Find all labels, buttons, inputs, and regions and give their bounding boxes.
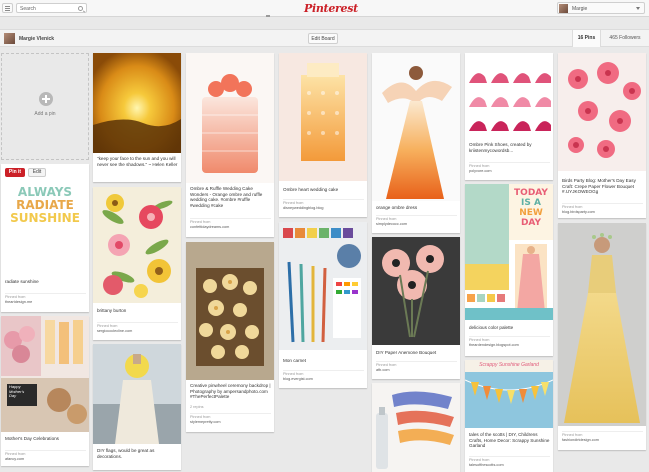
pin-description: Birds Party Blog: Mother's Day Easy Craf… (562, 178, 636, 195)
pin-description: delicious color palette (469, 325, 514, 330)
art-word-is-a: IS A (521, 198, 541, 208)
pin-ombre-heart-cake[interactable]: Ombre heart wedding cake Pinned from disn… (279, 53, 367, 217)
pin-crepe-flower[interactable]: Birds Party Blog: Mother's Day Easy Craf… (558, 53, 646, 218)
user-name: Margie (572, 6, 588, 12)
pin-source[interactable]: Pinned from disneyweddingblog.blog (283, 199, 364, 211)
pin-radiate-sunshine[interactable]: Pin it Edit ALWAYS RADIATE SUNSHINE radi… (1, 164, 89, 312)
pin-description: tales of the scotts | DIY, Childrens Cra… (469, 432, 550, 449)
avatar (559, 4, 568, 13)
pin-orange-ombre-dress[interactable]: orange ombre dress Pinned from simplydeco… (372, 53, 460, 233)
pin-source[interactable]: Pinned from sergiococlecline.com (97, 322, 178, 334)
pin-image (372, 53, 460, 201)
pin-source[interactable]: Pinned from theardendesign.blogspot.com (469, 336, 550, 348)
edit-pin-button[interactable]: Edit (28, 168, 46, 177)
pin-diy-flags[interactable]: DIY flags, would be great as decorations… (93, 344, 181, 470)
pin-source[interactable]: Pinned from blog.evergist.com (283, 370, 364, 382)
pin-description: orange ombre dress (376, 205, 418, 210)
pin-ombre-ruffle-cake[interactable]: Ombre & Ruffle Wedding Cake Wonders - Or… (186, 53, 274, 237)
pin-image (279, 222, 367, 350)
search-input[interactable]: Search (16, 3, 87, 13)
add-pin-label: Add a pin (34, 111, 56, 117)
pin-description: DIY flags, would be great as decorations… (97, 448, 155, 459)
pin-pinwheel-backdrop[interactable]: Creative pinwheel ceremony backdrop | Ph… (186, 242, 274, 432)
pin-image (186, 242, 274, 380)
art-word-day: DAY (520, 218, 542, 228)
board-header: Margie Vlenick Edit Board 16 Pins 465 Fo… (0, 29, 649, 47)
pin-image (279, 53, 367, 181)
pin-brittany-burton[interactable]: brittany burton Pinned from sergiococlecl… (93, 187, 181, 340)
add-pin-tile[interactable]: Add a pin (1, 53, 89, 160)
pin-image (93, 53, 181, 153)
pin-yellow-gown[interactable]: Pinned from fashiondirtdesign.com (558, 223, 646, 450)
pin-image (1, 316, 89, 432)
menu-icon[interactable] (2, 3, 13, 13)
pin-source[interactable]: Pinned from talesofthescotts.com (469, 456, 550, 468)
pin-description: DIY Paper Anemone Bouquet (376, 350, 437, 355)
pin-description: "keep your face to the sun and you will … (97, 156, 178, 167)
followers-count-tab[interactable]: 465 Followers (600, 30, 649, 47)
pinterest-logo[interactable]: Pinterest (304, 2, 358, 15)
pin-source[interactable]: Pinned from blog.birdsparty.com (562, 203, 643, 215)
pin-image (558, 223, 646, 426)
pin-description: Creative pinwheel ceremony backdrop | Ph… (190, 383, 271, 400)
pin-source[interactable]: Pinned from theartdesign.me (5, 293, 86, 305)
pin-delicious-palette[interactable]: TODAY IS A NEW DAY delicious color palet… (465, 184, 553, 356)
pin-image (372, 237, 460, 345)
notification-indicator (266, 15, 270, 17)
edit-board-button[interactable]: Edit Board (308, 33, 338, 44)
user-menu-button[interactable]: Margie (557, 2, 645, 14)
art-word-today: TODAY (514, 188, 548, 198)
search-icon[interactable] (78, 6, 83, 11)
pin-description: radiate sunshine (5, 279, 39, 284)
pin-source[interactable]: Pinned from polyvore.com (469, 162, 550, 174)
pin-scrappy-garland[interactable]: Scrappy Sunshine Garland tales of the sc… (465, 360, 553, 472)
pin-description: Ombre Pink Shoes, created by kriistenmyc… (469, 142, 532, 153)
pin-it-button[interactable]: Pin it (5, 168, 25, 177)
pin-source[interactable]: Pinned from fashiondirtdesign.com (562, 431, 643, 443)
pin-image (186, 53, 274, 183)
pin-image (93, 187, 181, 303)
chevron-down-icon (636, 7, 640, 10)
pin-ombre-pink-shoes[interactable]: Ombre Pink Shoes, created by kriistenmyc… (465, 53, 553, 180)
pin-mothers-day[interactable]: Happy Mother's Day Mother's Day Celebrat… (1, 316, 89, 466)
pin-paper-anemone[interactable]: DIY Paper Anemone Bouquet Pinned from afb… (372, 237, 460, 379)
art-word-new: NEW (519, 208, 543, 218)
art-word-garland: Scrappy Sunshine Garland (479, 362, 539, 368)
owner-avatar[interactable] (4, 33, 15, 44)
pin-image (465, 360, 553, 428)
top-bar: Search Pinterest Margie (0, 0, 649, 17)
pin-description: brittany burton (97, 308, 127, 313)
pin-image (465, 53, 553, 136)
pin-description: Ombre heart wedding cake (283, 187, 339, 192)
art-word-day: Day (9, 393, 17, 399)
pin-source[interactable]: Pinned from stylemepretty.com (190, 413, 271, 425)
pin-image (558, 53, 646, 171)
pin-image (372, 383, 460, 472)
pin-description: Mon carnet (283, 358, 306, 363)
art-word-sunshine: SUNSHINE (10, 211, 80, 225)
pins-count-tab[interactable]: 16 Pins (572, 30, 600, 47)
pin-description: Ombre & Ruffle Wedding Cake Wonders - Or… (190, 186, 263, 208)
pin-mon-carnet[interactable]: Mon carnet Pinned from blog.evergist.com (279, 222, 367, 388)
pin-source[interactable]: Pinned from confettidaydreams.com (190, 218, 271, 230)
search-placeholder: Search (20, 6, 36, 12)
repins-count: 2 repins (190, 405, 204, 409)
pin-source[interactable]: Pinned from simplydecocc.com (376, 215, 457, 227)
pin-watercolor-bottles[interactable] (372, 383, 460, 472)
pin-sunshine-quote[interactable]: "keep your face to the sun and you will … (93, 53, 181, 182)
plus-icon (39, 92, 53, 106)
pin-image (93, 344, 181, 444)
board-owner-name[interactable]: Margie Vlenick (19, 36, 54, 42)
pin-description: Mother's Day Celebrations (5, 436, 59, 441)
pin-source[interactable]: Pinned from afb.com (376, 361, 457, 373)
pin-source[interactable]: Pinned from afancy.com (5, 450, 86, 462)
